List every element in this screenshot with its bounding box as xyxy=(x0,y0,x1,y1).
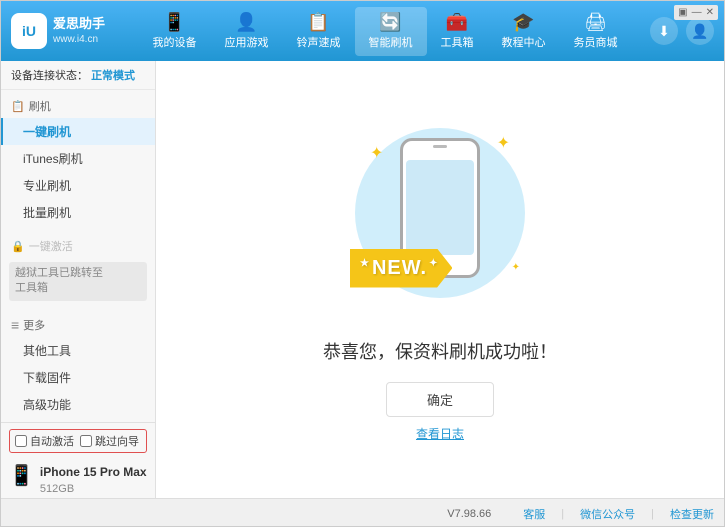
brush-section-icon: 📋 xyxy=(11,100,25,113)
footer-check-update-link[interactable]: 检查更新 xyxy=(670,506,714,522)
sparkle-bottomright-icon: ✦ xyxy=(512,262,520,273)
app-header: iU 爱思助手 www.i4.cn 📱 我的设备 👤 应用游戏 📋 铃声速成 🔄 xyxy=(1,1,724,61)
user-button[interactable]: 👤 xyxy=(686,17,714,45)
sidebar-pro-brush[interactable]: 专业刷机 xyxy=(1,172,155,199)
nav-ringtone[interactable]: 📋 铃声速成 xyxy=(283,7,355,56)
content-area: ✦ ✦ ✦ NEW. 恭喜您，保资料刷机成功啦！ 确定 查看日志 xyxy=(156,61,724,498)
sidebar-more-header: ≡ 更多 xyxy=(1,313,155,337)
sidebar-bottom: 自动激活 跳过向导 📱 iPhone 15 Pro Max 512GB iPho… xyxy=(1,422,155,498)
device-name: iPhone 15 Pro Max xyxy=(40,463,147,481)
auto-activate-checkbox[interactable]: 自动激活 xyxy=(15,433,74,449)
ringtone-icon: 📋 xyxy=(307,13,329,31)
tutorial-icon: 🎓 xyxy=(512,13,534,31)
activate-section-label: 一键激活 xyxy=(29,238,73,254)
nav-toolbox[interactable]: 🧰 工具箱 xyxy=(427,7,488,56)
service-icon: 🖨 xyxy=(584,13,607,31)
sidebar-one-key-brush[interactable]: 一键刷机 xyxy=(1,118,155,145)
nav-service[interactable]: 🖨 务员商城 xyxy=(560,7,632,56)
sidebar-more-section: ≡ 更多 其他工具 下载固件 高级功能 xyxy=(1,309,155,422)
sidebar-brush-section: 📋 刷机 一键刷机 iTunes刷机 专业刷机 批量刷机 xyxy=(1,90,155,230)
nav-apps-games[interactable]: 👤 应用游戏 xyxy=(211,7,283,56)
nav-service-label: 务员商城 xyxy=(574,34,618,50)
footer-divider-2: | xyxy=(561,508,564,520)
header-right: ⬇ 👤 xyxy=(650,17,714,45)
device-type: iPhone xyxy=(40,497,147,498)
device-phone-icon: 📱 xyxy=(9,463,34,488)
sidebar: 设备连接状态： 正常模式 📋 刷机 一键刷机 iTunes刷机 专业刷机 批量刷… xyxy=(1,61,156,498)
device-info: 📱 iPhone 15 Pro Max 512GB iPhone xyxy=(9,459,147,498)
phone-illustration: ✦ ✦ ✦ NEW. xyxy=(350,118,530,318)
logo-text-line1: 爱思助手 xyxy=(53,16,105,33)
more-section-label: 更多 xyxy=(23,317,45,333)
skip-guide-checkbox[interactable]: 跳过向导 xyxy=(80,433,139,449)
sparkle-topright-icon: ✦ xyxy=(497,133,510,153)
activate-section-icon: 🔒 xyxy=(11,240,25,253)
nav-smart-brush-label: 智能刷机 xyxy=(369,34,413,50)
footer-wechat-link[interactable]: 微信公众号 xyxy=(580,506,635,522)
nav-toolbox-label: 工具箱 xyxy=(441,34,474,50)
more-section-icon: ≡ xyxy=(11,317,19,333)
auto-activate-row: 自动激活 跳过向导 xyxy=(9,429,147,453)
nav-my-device-label: 我的设备 xyxy=(153,34,197,50)
logo-icon: iU xyxy=(11,13,47,49)
phone-screen xyxy=(406,160,474,255)
download-button[interactable]: ⬇ xyxy=(650,17,678,45)
skip-guide-label: 跳过向导 xyxy=(95,433,139,449)
sidebar-advanced[interactable]: 高级功能 xyxy=(1,391,155,418)
nav-my-device[interactable]: 📱 我的设备 xyxy=(139,7,211,56)
nav-tutorial-label: 教程中心 xyxy=(502,34,546,50)
activate-notice: 越狱工具已跳转至工具箱 xyxy=(9,262,147,301)
sidebar-batch-brush[interactable]: 批量刷机 xyxy=(1,199,155,226)
nav-smart-brush[interactable]: 🔄 智能刷机 xyxy=(355,7,427,56)
sidebar-activate-section: 🔒 一键激活 越狱工具已跳转至工具箱 xyxy=(1,230,155,309)
status-prefix: 设备连接状态： xyxy=(11,70,88,82)
smart-brush-icon: 🔄 xyxy=(379,13,401,31)
app-logo: iU 爱思助手 www.i4.cn xyxy=(11,13,105,49)
sidebar-other-tools[interactable]: 其他工具 xyxy=(1,337,155,364)
main-layout: 设备连接状态： 正常模式 📋 刷机 一键刷机 iTunes刷机 专业刷机 批量刷… xyxy=(1,61,724,498)
nav-ringtone-label: 铃声速成 xyxy=(297,34,341,50)
new-badge: NEW. xyxy=(350,249,452,288)
window-controls: ▣ — ✕ xyxy=(674,5,718,20)
sidebar-download-firmware[interactable]: 下载固件 xyxy=(1,364,155,391)
device-storage: 512GB xyxy=(40,481,147,498)
toolbox-icon: 🧰 xyxy=(446,13,468,31)
success-text: 恭喜您，保资料刷机成功啦！ xyxy=(323,338,557,364)
skip-guide-input[interactable] xyxy=(80,435,92,447)
confirm-button[interactable]: 确定 xyxy=(386,382,494,417)
view-log-link[interactable]: 查看日志 xyxy=(416,425,464,442)
auto-activate-input[interactable] xyxy=(15,435,27,447)
sidebar-itunes-brush[interactable]: iTunes刷机 xyxy=(1,145,155,172)
main-nav: 📱 我的设备 👤 应用游戏 📋 铃声速成 🔄 智能刷机 🧰 工具箱 🎓 xyxy=(120,7,650,56)
my-device-icon: 📱 xyxy=(163,13,185,31)
logo-text-line2: www.i4.cn xyxy=(53,33,105,46)
footer-divider-3: | xyxy=(651,508,654,520)
brush-section-label: 刷机 xyxy=(29,98,51,114)
apps-games-icon: 👤 xyxy=(235,13,257,31)
footer-version: V7.98.66 xyxy=(447,508,491,520)
sparkle-topleft-icon: ✦ xyxy=(370,143,383,163)
sidebar-brush-header: 📋 刷机 xyxy=(1,94,155,118)
nav-apps-games-label: 应用游戏 xyxy=(225,34,269,50)
auto-activate-label: 自动激活 xyxy=(30,433,74,449)
status-value: 正常模式 xyxy=(91,70,135,82)
footer-qq-link[interactable]: 客服 xyxy=(523,506,545,522)
status-bar: 设备连接状态： 正常模式 xyxy=(1,61,155,90)
sidebar-activate-header: 🔒 一键激活 xyxy=(1,234,155,258)
nav-tutorial[interactable]: 🎓 教程中心 xyxy=(488,7,560,56)
footer-right: V7.98.66 客服 | 微信公众号 | 检查更新 xyxy=(447,506,714,522)
footer: V7.98.66 客服 | 微信公众号 | 检查更新 xyxy=(1,498,724,527)
